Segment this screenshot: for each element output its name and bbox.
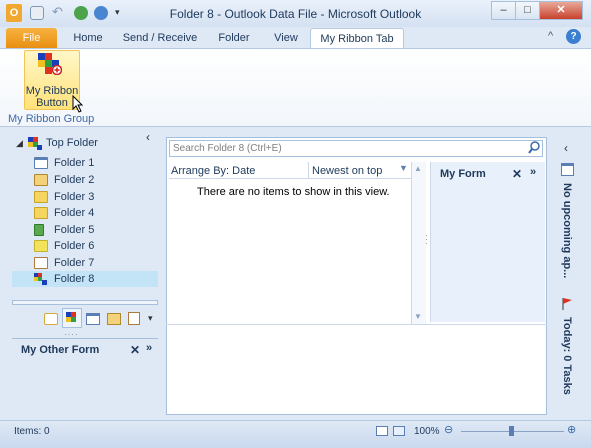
folder-row[interactable]: Folder 2 [12, 172, 158, 188]
mail-icon[interactable] [44, 313, 58, 325]
custom-module-icon[interactable] [62, 308, 82, 328]
items-count: Items: 0 [14, 426, 50, 437]
search-input[interactable]: Search Folder 8 (Ctrl+E) [173, 143, 282, 154]
folder-label: Folder 2 [54, 174, 95, 186]
folder-icon [34, 191, 48, 203]
other-form-close-icon[interactable]: ✕ [130, 343, 140, 357]
tab-send-receive[interactable]: Send / Receive [118, 28, 202, 49]
upcoming-appointments[interactable]: No upcoming ap... [561, 183, 573, 278]
calendar-module-icon[interactable] [86, 313, 100, 325]
folder-label: Folder 4 [54, 207, 95, 219]
arrange-by-header[interactable]: Arrange By: Date [171, 165, 255, 177]
my-ribbon-button-icon [38, 53, 63, 76]
calendar-peek-icon[interactable] [561, 163, 574, 176]
top-folder-icon [28, 137, 42, 150]
collapse-nav-icon[interactable]: ‹ [146, 130, 150, 144]
expand-arrow-icon[interactable]: ◢ [16, 138, 23, 149]
folder-row[interactable]: Folder 7 [12, 255, 158, 271]
zoom-slider-thumb[interactable] [509, 426, 514, 436]
scroll-down-icon[interactable]: ▼ [414, 312, 422, 321]
folder-label: Folder 7 [54, 257, 95, 269]
folder-row[interactable]: Folder 3 [12, 189, 158, 205]
search-icon[interactable] [528, 141, 540, 158]
folder-row-selected[interactable]: Folder 8 [12, 271, 158, 287]
folder-label: Folder 5 [54, 224, 95, 236]
tasks-icon [34, 257, 48, 269]
tab-home[interactable]: Home [66, 28, 110, 49]
my-form-title: My Form [440, 168, 486, 180]
minimize-button[interactable]: – [491, 1, 516, 20]
other-form-title: My Other Form [21, 344, 100, 356]
my-form-pane [430, 162, 545, 322]
folder-row[interactable]: Folder 1 [12, 155, 158, 171]
folder-label: Folder 1 [54, 157, 95, 169]
top-folder-label[interactable]: Top Folder [46, 137, 98, 149]
list-scrollbar[interactable] [411, 162, 426, 324]
calendar-icon [34, 157, 48, 169]
scroll-up-icon[interactable]: ▲ [414, 164, 422, 173]
folder-row[interactable]: Folder 4 [12, 205, 158, 221]
custom-folder-icon [34, 273, 48, 285]
nav-splitter[interactable] [12, 300, 158, 305]
my-form-close-icon[interactable]: ✕ [512, 167, 522, 181]
zoom-out-icon[interactable]: ⊖ [444, 423, 453, 436]
header-divider [308, 162, 309, 179]
collapse-ribbon-icon[interactable]: ^ [548, 30, 553, 42]
todays-tasks[interactable]: Today: 0 Tasks [561, 317, 573, 395]
contacts-icon [34, 174, 48, 186]
status-bar [0, 420, 591, 448]
sort-dropdown-icon[interactable]: ▼ [399, 163, 408, 173]
folder-icon [34, 207, 48, 219]
journal-icon [34, 224, 44, 236]
tab-my-ribbon[interactable]: My Ribbon Tab [310, 28, 404, 49]
tab-file[interactable]: File [6, 28, 57, 49]
other-form-collapse-icon[interactable]: » [146, 342, 152, 354]
maximize-button[interactable]: □ [515, 1, 540, 20]
splitter-handle[interactable]: · · · [425, 232, 428, 248]
empty-message: There are no items to show in this view. [197, 186, 390, 198]
zoom-level: 100% [414, 426, 440, 437]
tab-folder[interactable]: Folder [210, 28, 258, 49]
notes-icon [34, 240, 48, 252]
zoom-in-icon[interactable]: ⊕ [567, 423, 576, 436]
folder-label: Folder 6 [54, 240, 95, 252]
folder-label: Folder 3 [54, 191, 95, 203]
ribbon-group-label: My Ribbon Group [8, 113, 95, 125]
help-icon[interactable]: ? [566, 29, 581, 44]
close-button[interactable]: ✕ [539, 1, 583, 20]
reading-pane-divider [166, 324, 547, 325]
tab-view[interactable]: View [264, 28, 308, 49]
reading-view-icon[interactable] [393, 426, 405, 436]
my-form-collapse-icon[interactable]: » [530, 166, 536, 178]
configure-buttons-icon[interactable]: ▾ [148, 313, 153, 324]
folder-row[interactable]: Folder 6 [12, 238, 158, 254]
expand-todo-icon[interactable]: ‹ [564, 141, 568, 155]
sort-order-header[interactable]: Newest on top [312, 165, 382, 177]
tasks-module-icon[interactable] [128, 312, 140, 325]
flag-icon[interactable] [561, 297, 573, 313]
folder-label: Folder 8 [54, 273, 95, 285]
folder-row[interactable]: Folder 5 [12, 222, 158, 238]
contacts-module-icon[interactable] [107, 313, 121, 325]
normal-view-icon[interactable] [376, 426, 388, 436]
